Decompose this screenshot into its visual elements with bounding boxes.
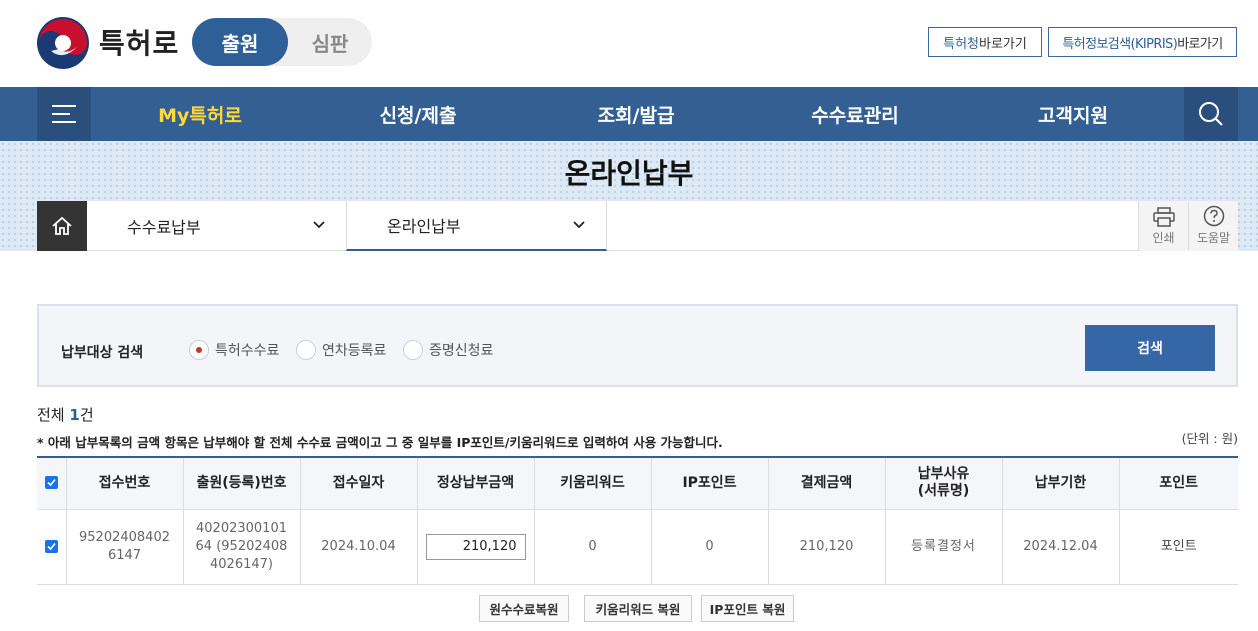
help-icon <box>1203 205 1224 227</box>
help-label: 도움말 <box>1196 231 1231 245</box>
brand-name[interactable]: 특허로 <box>99 22 179 62</box>
cell-due-date: 2024.12.04 <box>1001 509 1119 585</box>
radio-annual-fee[interactable]: 연차등록료 <box>296 340 386 360</box>
restore-kium-button[interactable]: 키움리워드 복원 <box>584 595 692 622</box>
payment-table: 접수번호 출원(등록)번호 접수일자 정상납부금액 키움리워드 IP포인트 결제… <box>37 456 1238 585</box>
table-header-row: 접수번호 출원(등록)번호 접수일자 정상납부금액 키움리워드 IP포인트 결제… <box>37 457 1238 510</box>
col-point: 포인트 <box>1118 457 1238 510</box>
col-payment: 결제금액 <box>767 457 885 510</box>
gnb-item-my[interactable]: My특허로 <box>100 87 300 141</box>
radio-circle <box>189 340 209 360</box>
cell-normal-amount: 210,120 <box>416 509 534 585</box>
total-prefix: 전체 <box>37 406 70 424</box>
print-label: 인쇄 <box>1152 231 1175 245</box>
restore-fee-button[interactable]: 원수수료복원 <box>479 595 569 622</box>
col-normal-amount: 정상납부금액 <box>416 457 534 510</box>
home-icon <box>52 216 72 235</box>
col-reason: 납부사유 (서류명) <box>884 457 1002 510</box>
radio-circle <box>296 340 316 360</box>
cell-app-no: 4020230010164 (952024084026147) <box>182 509 300 585</box>
breadcrumb: 수수료납부 온라인납부 인쇄 도움말 <box>37 201 1238 251</box>
cell-receipt-no: 952024084026147 <box>65 509 183 585</box>
radio-label: 특허수수료 <box>215 343 280 359</box>
breadcrumb-level2-label: 온라인납부 <box>387 217 461 236</box>
checkmark-icon <box>47 479 56 487</box>
search-button[interactable] <box>1184 87 1238 141</box>
kipo-link-name: 특허청 <box>943 36 980 52</box>
col-due-date: 납부기한 <box>1001 457 1119 510</box>
total-suffix: 건 <box>79 406 94 424</box>
gnb-item-support[interactable]: 고객지원 <box>973 87 1173 141</box>
home-button[interactable] <box>37 201 87 251</box>
select-all-cell[interactable] <box>37 457 66 510</box>
global-nav: My특허로 신청/제출 조회/발급 수수료관리 고객지원 <box>0 87 1258 141</box>
row-checkbox[interactable] <box>44 539 58 553</box>
col-app-no: 출원(등록)번호 <box>182 457 300 510</box>
radio-certificate-fee[interactable]: 증명신청료 <box>403 340 493 360</box>
menu-button[interactable] <box>37 87 91 141</box>
breadcrumb-level2-dropdown[interactable]: 온라인납부 <box>346 201 607 251</box>
cell-kium-reward: 0 <box>533 509 651 585</box>
radio-patent-fee[interactable]: 특허수수료 <box>189 340 279 360</box>
mode-application-tab[interactable]: 출원 <box>192 18 288 66</box>
radio-circle <box>403 340 423 360</box>
col-ip-point: IP포인트 <box>650 457 768 510</box>
search-submit-button[interactable]: 검색 <box>1085 325 1215 371</box>
total-count: 전체 1건 <box>37 404 94 425</box>
radio-selected-dot <box>196 347 202 353</box>
fee-note: * 아래 납부목록의 금액 항목은 납부해야 할 전체 수수료 금액이고 그 중… <box>37 435 723 450</box>
checkmark-icon <box>47 542 56 550</box>
search-icon <box>1199 102 1223 126</box>
normal-amount-input[interactable]: 210,120 <box>425 533 526 560</box>
gnb-item-apply[interactable]: 신청/제출 <box>318 87 518 141</box>
cell-point[interactable]: 포인트 <box>1118 509 1238 585</box>
restore-ip-button[interactable]: IP포인트 복원 <box>701 595 794 622</box>
table-row: 952024084026147 4020230010164 (952024084… <box>37 509 1238 585</box>
kipris-link-suffix: 바로가기 <box>1177 36 1223 52</box>
cell-reason: 등록결정서 <box>884 509 1002 585</box>
breadcrumb-level1-dropdown[interactable]: 수수료납부 <box>87 201 346 251</box>
chevron-down-icon <box>573 221 585 229</box>
col-receipt-date: 접수일자 <box>299 457 417 510</box>
print-button[interactable]: 인쇄 <box>1138 201 1188 251</box>
printer-icon <box>1152 207 1175 227</box>
kipo-link-suffix: 바로가기 <box>979 36 1027 52</box>
mode-trial-tab[interactable]: 심판 <box>288 18 372 66</box>
unit-label: (단위 : 원) <box>1181 431 1238 446</box>
page-title: 온라인납부 <box>564 157 694 190</box>
radio-label: 연차등록료 <box>322 343 387 359</box>
mode-switch: 출원 심판 <box>192 18 372 66</box>
gnb-item-fee[interactable]: 수수료관리 <box>755 87 955 141</box>
hamburger-icon <box>52 105 76 123</box>
breadcrumb-level1-label: 수수료납부 <box>127 218 201 237</box>
search-label: 납부대상 검색 <box>61 345 144 361</box>
kipris-link[interactable]: 특허정보검색(KIPRIS) 바로가기 <box>1048 27 1237 57</box>
col-kium-reward: 키움리워드 <box>533 457 651 510</box>
site-header: 특허로 출원 심판 특허청 바로가기 특허정보검색(KIPRIS) 바로가기 <box>0 0 1258 87</box>
kipo-link[interactable]: 특허청 바로가기 <box>928 27 1042 57</box>
cell-ip-point: 0 <box>650 509 768 585</box>
radio-label: 증명신청료 <box>429 343 494 359</box>
search-panel: 납부대상 검색 특허수수료 연차등록료 증명신청료 검색 <box>37 304 1238 387</box>
gnb-item-inquiry[interactable]: 조회/발급 <box>536 87 736 141</box>
total-number: 1 <box>69 406 80 424</box>
select-all-checkbox[interactable] <box>44 476 58 490</box>
row-select-cell[interactable] <box>37 509 66 585</box>
cell-receipt-date: 2024.10.04 <box>299 509 417 585</box>
col-receipt-no: 접수번호 <box>65 457 183 510</box>
kipris-link-name: 특허정보검색(KIPRIS) <box>1062 36 1178 52</box>
taegeuk-logo-icon[interactable] <box>37 17 89 69</box>
chevron-down-icon <box>313 221 325 229</box>
cell-payment: 210,120 <box>767 509 885 585</box>
help-button[interactable]: 도움말 <box>1188 201 1238 251</box>
